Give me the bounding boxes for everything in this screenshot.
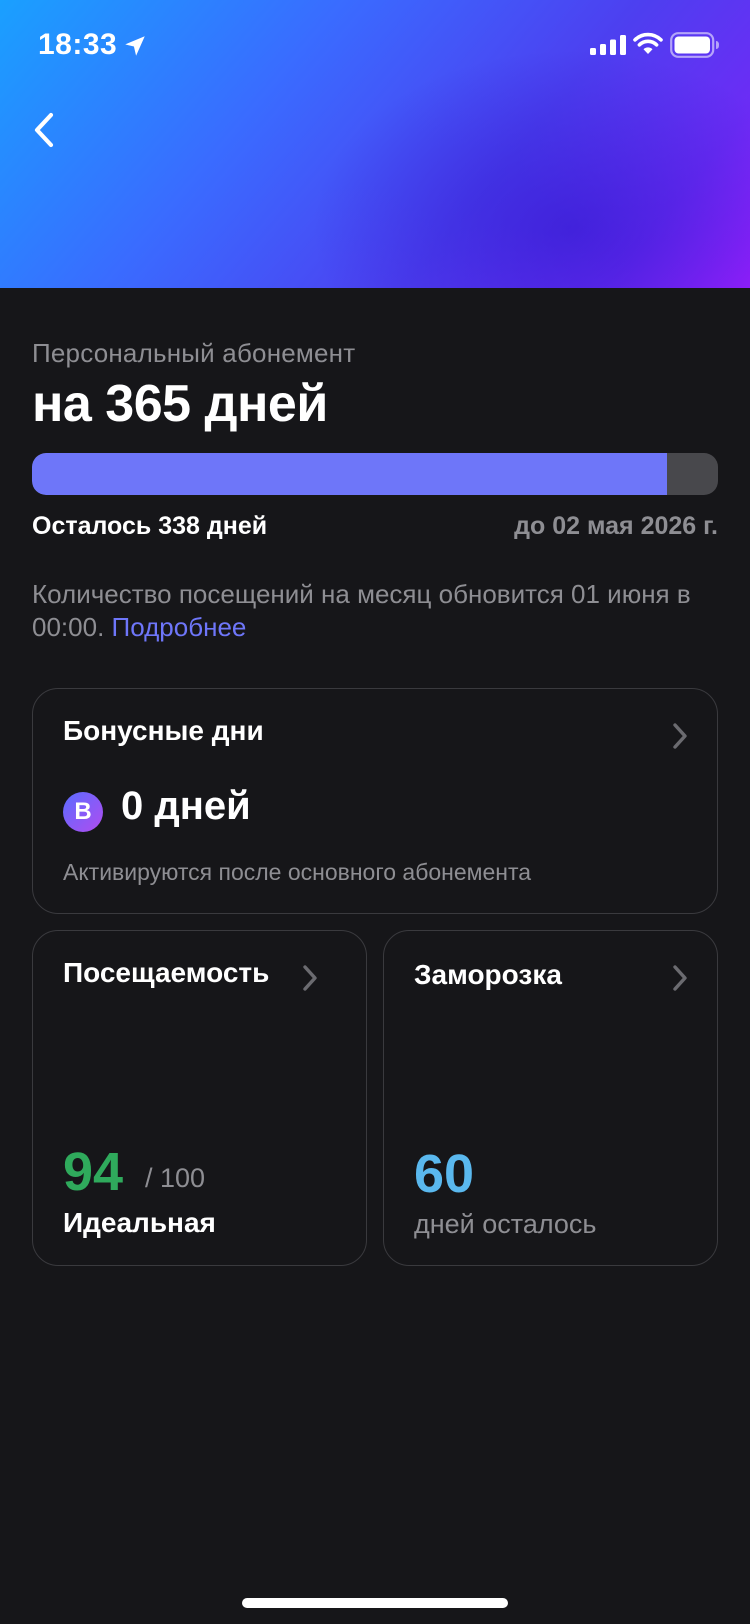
wifi-icon: [633, 32, 663, 54]
cellular-signal-icon: [590, 35, 626, 55]
end-date: до 02 мая 2026 г.: [514, 512, 718, 540]
attendance-max: / 100: [145, 1163, 206, 1193]
attendance-score: 94: [63, 1142, 124, 1202]
status-time: 18:33: [38, 28, 118, 61]
more-details-link[interactable]: Подробнее: [112, 612, 247, 642]
attendance-title: Посещаемость: [63, 957, 270, 988]
bonus-days-note: Активируются после основного абонемента: [63, 859, 532, 885]
subscription-title: на 365 дней: [32, 375, 328, 433]
bonus-days-card[interactable]: Бонусные дни B 0 дней Активируются после…: [32, 688, 718, 914]
bonus-days-title: Бонусные дни: [63, 715, 264, 746]
chevron-right-icon: [303, 965, 317, 991]
freeze-days-label: дней осталось: [414, 1209, 597, 1239]
subscription-progress-bar: [32, 453, 718, 495]
chevron-left-icon: [34, 112, 54, 148]
subscription-progress-fill: [32, 453, 668, 495]
chevron-right-icon: [673, 723, 687, 749]
chevron-right-icon: [673, 965, 687, 991]
days-remaining: Осталось 338 дней: [32, 512, 268, 540]
location-arrow-icon: [125, 36, 145, 56]
visits-note: Количество посещений на месяц обновится …: [32, 578, 718, 644]
status-bar: 18:33: [0, 0, 750, 92]
home-indicator[interactable]: [242, 1598, 508, 1608]
freeze-title: Заморозка: [414, 959, 562, 990]
bonus-days-value: 0 дней: [121, 784, 251, 828]
attendance-rating-label: Идеальная: [63, 1207, 216, 1238]
attendance-card[interactable]: Посещаемость 94 / 100 Идеальная: [32, 930, 367, 1266]
back-button[interactable]: [22, 108, 66, 152]
bonus-badge: B: [63, 792, 103, 832]
subscription-type-label: Персональный абонемент: [32, 338, 356, 368]
bonus-badge-letter: B: [74, 798, 92, 825]
battery-icon: [670, 32, 719, 58]
freeze-card[interactable]: Заморозка 60 дней осталось: [383, 930, 718, 1266]
freeze-days-value: 60: [414, 1144, 475, 1204]
